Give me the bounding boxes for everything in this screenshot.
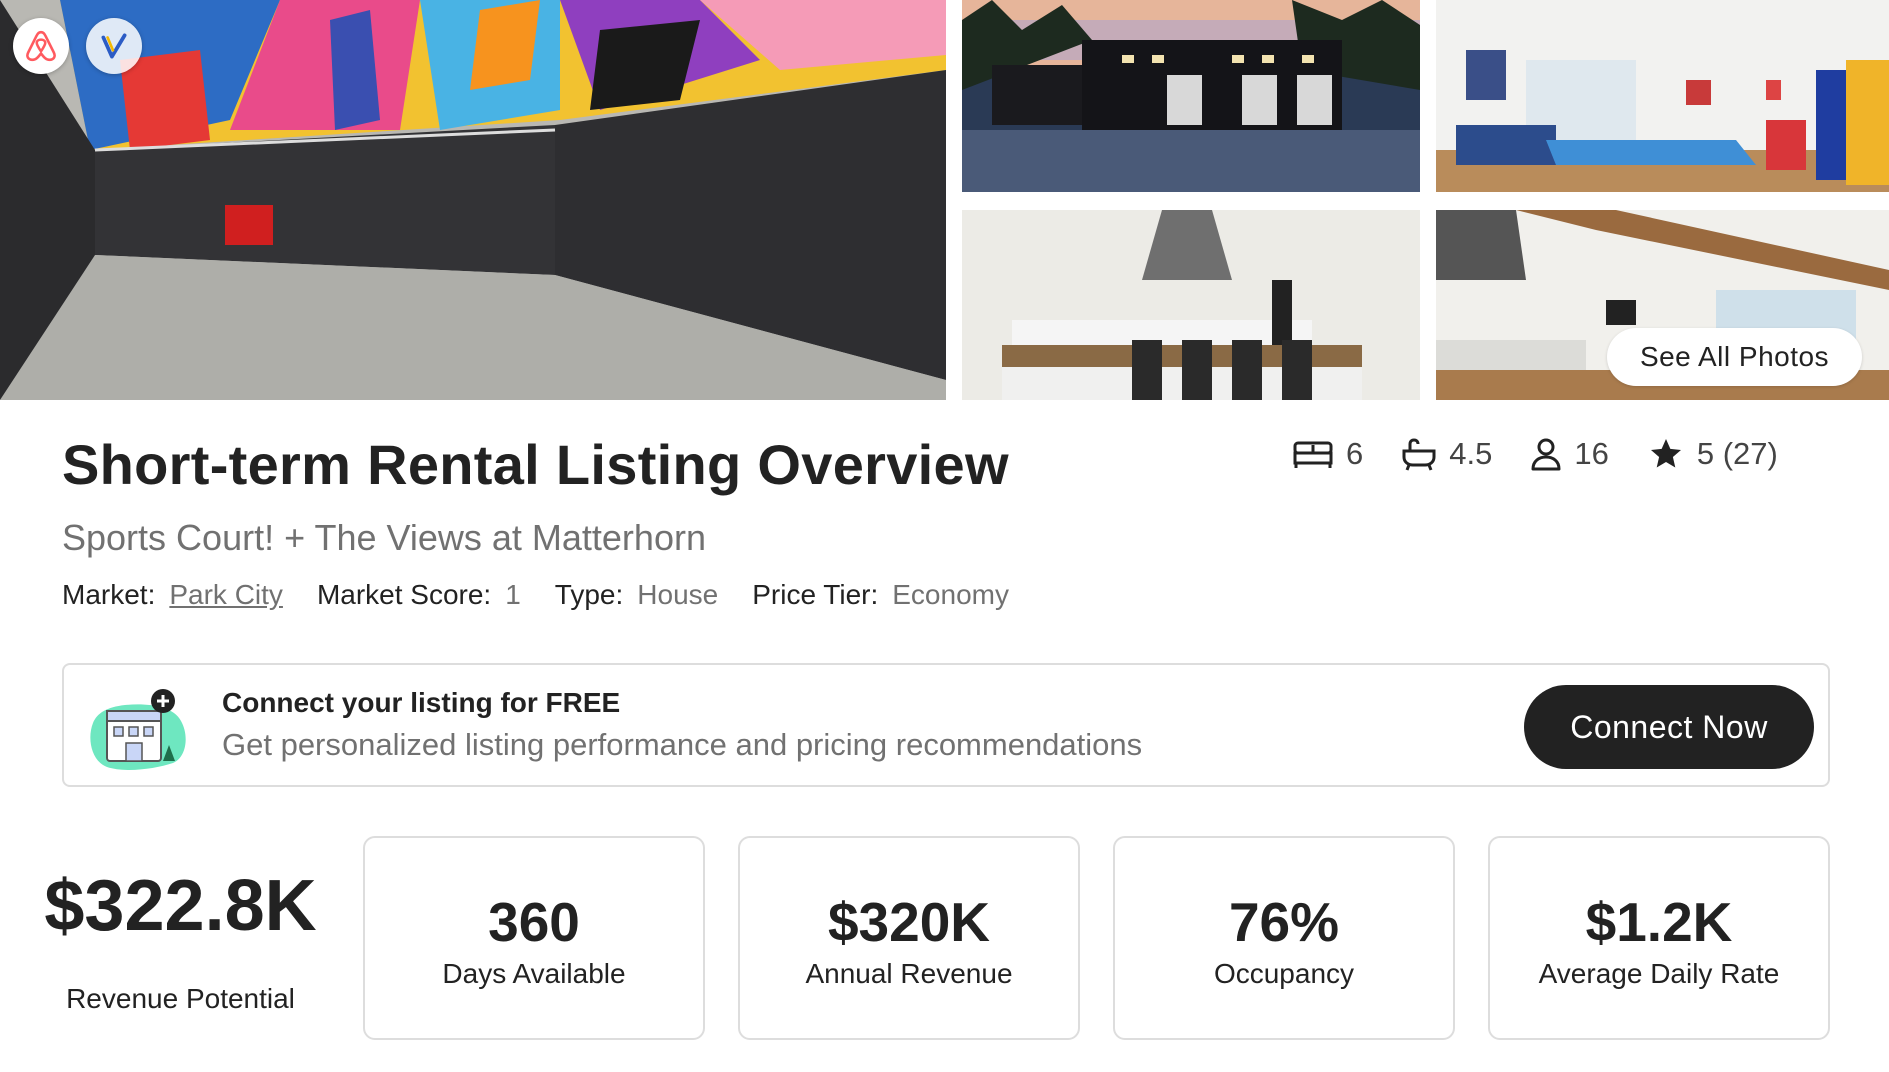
metric-card-average-daily-rate: $1.2K Average Daily Rate [1488, 836, 1830, 1040]
type-label: Type: [554, 579, 624, 610]
annual-revenue-label: Annual Revenue [805, 958, 1013, 989]
vrbo-logo-icon [101, 33, 127, 59]
banner-description: Get personalized listing performance and… [222, 727, 1143, 762]
occupancy-label: Occupancy [1213, 958, 1355, 989]
average-daily-rate-label: Average Daily Rate [1538, 958, 1780, 989]
bed-icon [1293, 441, 1333, 468]
type-value: House [637, 579, 719, 610]
market-label: Market: [62, 579, 156, 610]
game-room-image [1436, 0, 1889, 192]
kitchen-image [962, 210, 1420, 400]
market-score-label: Market Score: [316, 579, 492, 610]
metric-card-occupancy: 76% Occupancy [1113, 836, 1455, 1040]
page-title: Short-term Rental Listing Overview [62, 433, 1009, 496]
price-tier-value: Economy [892, 579, 1009, 610]
metric-card-days-available: 360 Days Available [363, 836, 705, 1040]
airbnb-badge[interactable] [13, 18, 69, 74]
stat-rating: 5 (27) [1647, 436, 1778, 472]
building-plus-icon [90, 689, 186, 770]
see-all-photos-button[interactable]: See All Photos [1607, 328, 1862, 386]
annual-revenue-value: $320K [827, 891, 991, 953]
photo-sports-court[interactable] [0, 0, 946, 400]
banner-title: Connect your listing for FREE [222, 687, 621, 718]
vrbo-badge[interactable] [86, 18, 142, 74]
bedrooms-count: 6 [1346, 436, 1364, 471]
stat-guests: 16 [1530, 436, 1609, 472]
guests-count: 16 [1574, 436, 1609, 471]
meta-price-tier: Price Tier: Economy [752, 579, 1009, 611]
stat-bathrooms: 4.5 [1401, 436, 1492, 472]
meta-type: Type: House [555, 579, 718, 611]
guest-icon [1531, 438, 1561, 471]
star-icon [1650, 439, 1681, 468]
market-score-value: 1 [505, 579, 521, 610]
revenue-potential-value: $322.8K [44, 866, 317, 946]
airbnb-logo-icon [26, 30, 56, 62]
connect-now-button[interactable]: Connect Now [1524, 685, 1814, 769]
market-link[interactable]: Park City [169, 579, 283, 611]
stat-bedrooms: 6 [1292, 436, 1363, 472]
rating-value: 5 (27) [1696, 436, 1778, 471]
revenue-potential-label: Revenue Potential [66, 983, 295, 1014]
revenue-potential: $322.8K Revenue Potential [28, 865, 333, 1015]
meta-market: Market: Park City [62, 579, 283, 611]
bathrooms-count: 4.5 [1449, 436, 1493, 471]
metric-card-annual-revenue: $320K Annual Revenue [738, 836, 1080, 1040]
price-tier-label: Price Tier: [752, 579, 879, 610]
photo-game-room[interactable] [1436, 0, 1889, 192]
days-available-value: 360 [488, 891, 580, 953]
house-exterior-image [962, 0, 1420, 192]
days-available-label: Days Available [442, 958, 626, 989]
photo-house-exterior[interactable] [962, 0, 1420, 192]
listing-meta: Market: Park City Market Score: 1 Type: … [62, 579, 1043, 611]
bathtub-icon [1402, 438, 1436, 471]
connect-listing-banner: Connect your listing for FREE Get person… [62, 663, 1830, 787]
photo-kitchen[interactable] [962, 210, 1420, 400]
meta-market-score: Market Score: 1 [317, 579, 521, 611]
listing-stats: 6 4.5 16 5 (27) [1292, 436, 1778, 472]
photo-gallery: See All Photos [0, 0, 1889, 400]
listing-name: Sports Court! + The Views at Matterhorn [62, 517, 706, 558]
average-daily-rate-value: $1.2K [1585, 891, 1733, 953]
sports-court-image [0, 0, 946, 400]
occupancy-value: 76% [1228, 891, 1340, 953]
